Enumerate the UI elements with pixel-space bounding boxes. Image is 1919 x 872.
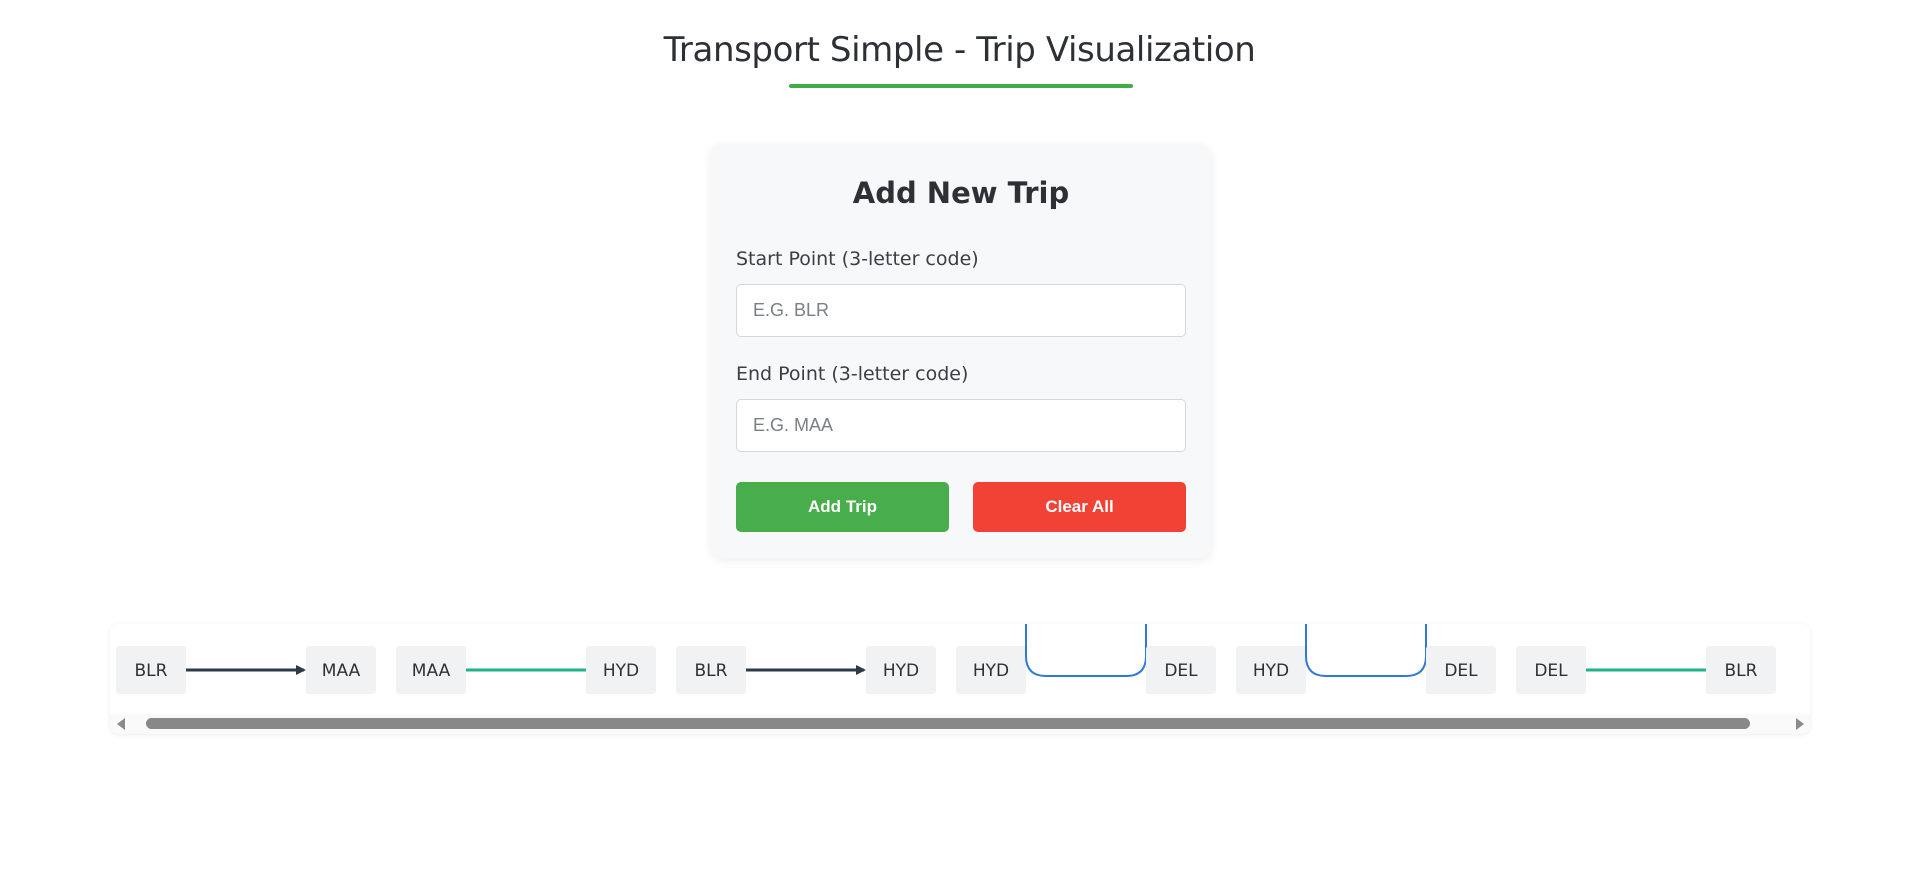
trip-node-start: BLR <box>116 646 186 694</box>
start-point-label: Start Point (3-letter code) <box>736 248 979 270</box>
title-underline <box>789 84 1133 88</box>
add-trip-button[interactable]: Add Trip <box>736 482 949 532</box>
scroll-right-icon[interactable] <box>1796 718 1804 730</box>
trip-node-start: MAA <box>396 646 466 694</box>
scroll-left-icon[interactable] <box>117 718 125 730</box>
trip-node-end: DEL <box>1146 646 1216 694</box>
trip-node-label: DEL <box>1164 661 1198 681</box>
form-title: Add New Trip <box>852 176 1070 210</box>
clear-all-button[interactable]: Clear All <box>973 482 1186 532</box>
trip-node-end: MAA <box>306 646 376 694</box>
trip-node-label: HYD <box>973 661 1009 681</box>
trip-node-label: MAA <box>322 661 361 681</box>
trip-node-end: HYD <box>586 646 656 694</box>
trip-node-label: HYD <box>1253 661 1289 681</box>
trip-timeline[interactable]: BLR MAA MAA HYD BLR HYD HYD DEL HYD DEL DEL BLR <box>110 624 1810 734</box>
trip-node-end: DEL <box>1426 646 1496 694</box>
trip-node-start: HYD <box>1236 646 1306 694</box>
scrollbar-thumb[interactable] <box>146 718 1750 729</box>
trip-node-label: HYD <box>883 661 919 681</box>
trip-node-end: HYD <box>866 646 936 694</box>
trip-connector-loop <box>1025 624 1147 677</box>
end-point-label: End Point (3-letter code) <box>736 363 969 385</box>
page-title: Transport Simple - Trip Visualization <box>663 30 1256 70</box>
end-point-input[interactable] <box>736 399 1186 452</box>
trip-node-label: BLR <box>695 661 728 681</box>
trip-node-label: MAA <box>412 661 451 681</box>
timeline-canvas: BLR MAA MAA HYD BLR HYD HYD DEL HYD DEL DEL BLR <box>116 624 1776 694</box>
trip-node-label: DEL <box>1444 661 1478 681</box>
trip-node-start: DEL <box>1516 646 1586 694</box>
trip-node-end: BLR <box>1706 646 1776 694</box>
trip-node-label: HYD <box>603 661 639 681</box>
trip-node-start: HYD <box>956 646 1026 694</box>
add-trip-form: Add New Trip Start Point (3-letter code)… <box>711 144 1211 558</box>
trip-node-label: BLR <box>1725 661 1758 681</box>
trip-node-label: BLR <box>135 661 168 681</box>
trip-connector-loop <box>1305 624 1427 677</box>
trip-node-label: DEL <box>1534 661 1568 681</box>
start-point-input[interactable] <box>736 284 1186 337</box>
trip-node-start: BLR <box>676 646 746 694</box>
